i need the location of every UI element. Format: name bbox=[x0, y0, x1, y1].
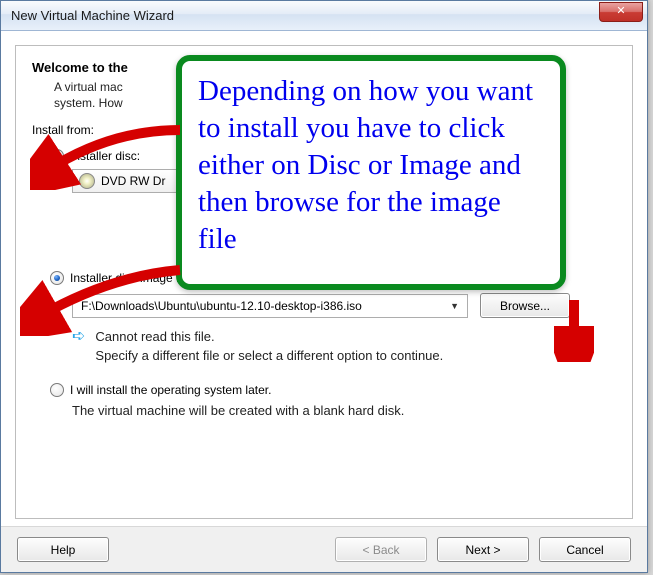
chevron-down-icon: ▼ bbox=[450, 301, 459, 311]
titlebar: New Virtual Machine Wizard ✕ bbox=[1, 1, 647, 31]
iso-path-dropdown[interactable]: F:\Downloads\Ubuntu\ubuntu-12.10-desktop… bbox=[72, 294, 468, 318]
option-installer-disc-label: Installer disc: bbox=[70, 149, 140, 163]
install-later-note: The virtual machine will be created with… bbox=[72, 403, 616, 418]
subhead-line-2: system. How bbox=[54, 96, 123, 110]
radio-icon bbox=[50, 149, 64, 163]
annotation-text: Depending on how you want to install you… bbox=[198, 73, 544, 259]
info-arrow-icon: ➪ bbox=[72, 329, 85, 345]
radio-icon bbox=[50, 383, 64, 397]
radio-icon bbox=[50, 271, 64, 285]
option-install-later[interactable]: I will install the operating system late… bbox=[50, 383, 616, 397]
help-button[interactable]: Help bbox=[17, 537, 109, 562]
subhead-line-1: A virtual mac bbox=[54, 80, 123, 94]
iso-warning-line-2: Specify a different file or select a dif… bbox=[95, 348, 443, 363]
iso-warning: ➪ Cannot read this file. Specify a diffe… bbox=[72, 328, 616, 364]
close-button[interactable]: ✕ bbox=[599, 2, 643, 22]
iso-path-text: F:\Downloads\Ubuntu\ubuntu-12.10-desktop… bbox=[81, 299, 362, 313]
window-title: New Virtual Machine Wizard bbox=[11, 8, 174, 23]
drive-dropdown-text: DVD RW Dr bbox=[101, 174, 165, 188]
iso-warning-line-1: Cannot read this file. bbox=[95, 329, 214, 344]
disc-icon bbox=[79, 173, 95, 189]
option-install-later-label: I will install the operating system late… bbox=[70, 383, 271, 397]
cancel-button[interactable]: Cancel bbox=[539, 537, 631, 562]
button-bar: Help < Back Next > Cancel bbox=[1, 526, 647, 572]
annotation-callout: Depending on how you want to install you… bbox=[176, 55, 566, 290]
browse-button[interactable]: Browse... bbox=[480, 293, 570, 318]
back-button: < Back bbox=[335, 537, 427, 562]
next-button[interactable]: Next > bbox=[437, 537, 529, 562]
